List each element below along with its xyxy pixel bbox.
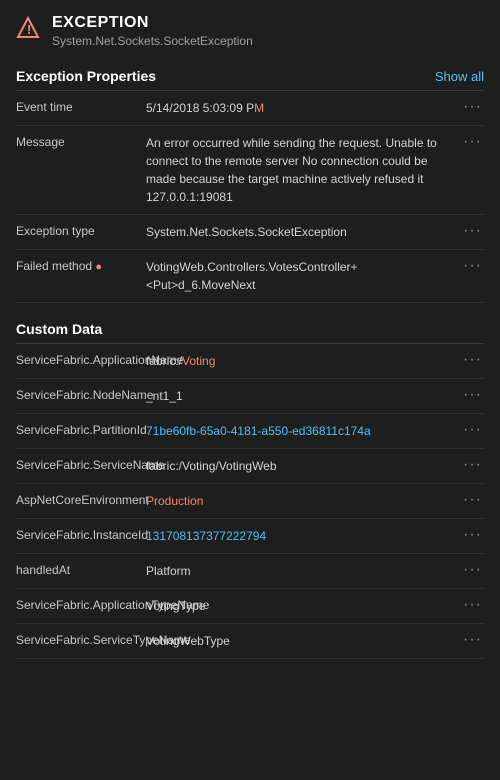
property-row-failed-method: Failed method ● VotingWeb.Controllers.Vo… xyxy=(16,250,484,303)
property-key-service-name: ServiceFabric.ServiceName xyxy=(16,457,146,472)
property-key-failed-method: Failed method ● xyxy=(16,258,146,273)
more-button-app-type-name[interactable]: ··· xyxy=(461,597,484,613)
property-key-handled-at: handledAt xyxy=(16,562,146,577)
property-key-node-name: ServiceFabric.NodeName xyxy=(16,387,146,402)
more-button-handled-at[interactable]: ··· xyxy=(461,562,484,578)
property-key-exception-type: Exception type xyxy=(16,223,146,238)
exception-subtitle: System.Net.Sockets.SocketException xyxy=(52,34,253,48)
property-key-partition-id: ServiceFabric.PartitionId xyxy=(16,422,146,437)
property-value-message: An error occurred while sending the requ… xyxy=(146,134,484,206)
header-text-block: EXCEPTION System.Net.Sockets.SocketExcep… xyxy=(52,14,253,48)
property-value-service-type-name: VotingWebType xyxy=(146,632,484,650)
exception-properties-section: Exception Properties Show all Event time… xyxy=(0,60,500,303)
custom-data-title: Custom Data xyxy=(16,321,102,337)
more-button-app-name[interactable]: ··· xyxy=(461,352,484,368)
property-row-partition-id: ServiceFabric.PartitionId 71be60fb-65a0-… xyxy=(16,414,484,449)
property-key-app-type-name: ServiceFabric.ApplicationTypeName xyxy=(16,597,146,612)
property-row-handled-at: handledAt Platform ··· xyxy=(16,554,484,589)
property-key-aspnet-env: AspNetCoreEnvironment xyxy=(16,492,146,507)
more-button-failed-method[interactable]: ··· xyxy=(461,258,484,274)
custom-data-header: Custom Data xyxy=(16,311,484,344)
more-button-aspnet-env[interactable]: ··· xyxy=(461,492,484,508)
property-value-app-type-name: VotingType xyxy=(146,597,484,615)
exception-properties-title: Exception Properties xyxy=(16,68,156,84)
property-key-message: Message xyxy=(16,134,146,149)
property-row-event-time: Event time 5/14/2018 5:03:09 PM ··· xyxy=(16,91,484,126)
property-row-service-name: ServiceFabric.ServiceName fabric:/Voting… xyxy=(16,449,484,484)
property-row-aspnet-env: AspNetCoreEnvironment Production ··· xyxy=(16,484,484,519)
property-row-service-type-name: ServiceFabric.ServiceTypeName VotingWebT… xyxy=(16,624,484,659)
more-button-event-time[interactable]: ··· xyxy=(461,99,484,115)
more-button-message[interactable]: ··· xyxy=(461,134,484,150)
exception-title: EXCEPTION xyxy=(52,14,253,32)
property-value-aspnet-env: Production xyxy=(146,492,484,510)
property-row-message: Message An error occurred while sending … xyxy=(16,126,484,215)
property-value-exception-type: System.Net.Sockets.SocketException xyxy=(146,223,484,241)
property-row-node-name: ServiceFabric.NodeName _nt1_1 ··· xyxy=(16,379,484,414)
property-value-instance-id: 131708137377222794 xyxy=(146,527,484,545)
property-row-app-name: ServiceFabric.ApplicationName fabric:/Vo… xyxy=(16,344,484,379)
property-key-app-name: ServiceFabric.ApplicationName xyxy=(16,352,146,367)
property-row-exception-type: Exception type System.Net.Sockets.Socket… xyxy=(16,215,484,250)
warning-icon: ! xyxy=(16,16,40,40)
exception-header: ! EXCEPTION System.Net.Sockets.SocketExc… xyxy=(0,0,500,60)
property-row-instance-id: ServiceFabric.InstanceId 131708137377222… xyxy=(16,519,484,554)
property-value-handled-at: Platform xyxy=(146,562,484,580)
more-button-partition-id[interactable]: ··· xyxy=(461,422,484,438)
more-button-exception-type[interactable]: ··· xyxy=(461,223,484,239)
custom-data-section: Custom Data ServiceFabric.ApplicationNam… xyxy=(0,311,500,659)
property-value-service-name: fabric:/Voting/VotingWeb xyxy=(146,457,484,475)
property-key-service-type-name: ServiceFabric.ServiceTypeName xyxy=(16,632,146,647)
more-button-instance-id[interactable]: ··· xyxy=(461,527,484,543)
exception-properties-header: Exception Properties Show all xyxy=(16,60,484,91)
show-all-link[interactable]: Show all xyxy=(435,69,484,84)
more-button-service-type-name[interactable]: ··· xyxy=(461,632,484,648)
property-value-failed-method: VotingWeb.Controllers.VotesController+<P… xyxy=(146,258,484,294)
property-key-instance-id: ServiceFabric.InstanceId xyxy=(16,527,146,542)
more-button-node-name[interactable]: ··· xyxy=(461,387,484,403)
property-key-event-time: Event time xyxy=(16,99,146,114)
property-value-app-name: fabric:/Voting xyxy=(146,352,484,370)
svg-text:!: ! xyxy=(27,22,31,37)
property-row-app-type-name: ServiceFabric.ApplicationTypeName Voting… xyxy=(16,589,484,624)
more-button-service-name[interactable]: ··· xyxy=(461,457,484,473)
property-value-partition-id: 71be60fb-65a0-4181-a550-ed36811c174a xyxy=(146,422,484,440)
property-value-node-name: _nt1_1 xyxy=(146,387,484,405)
property-value-event-time: 5/14/2018 5:03:09 PM xyxy=(146,99,484,117)
